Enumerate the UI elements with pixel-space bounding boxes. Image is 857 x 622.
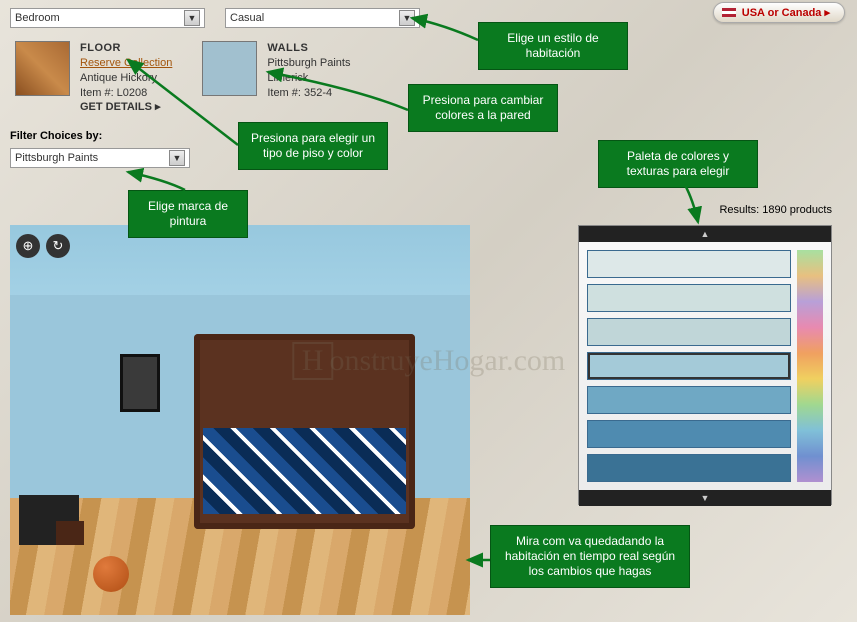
walls-title: WALLS xyxy=(267,41,350,56)
floor-collection-link[interactable]: Reserve Collection xyxy=(80,57,172,69)
chevron-down-icon: ▼ xyxy=(399,10,415,26)
walls-item-number: Item #: 352-4 xyxy=(267,86,350,101)
color-palette: ▲ ▼ xyxy=(578,225,832,505)
region-button[interactable]: USA or Canada ▸ xyxy=(713,2,845,23)
palette-swatch[interactable] xyxy=(587,352,791,380)
palette-swatch[interactable] xyxy=(587,318,791,346)
walls-product: Limerick xyxy=(267,71,350,86)
palette-scroll-down[interactable]: ▼ xyxy=(579,490,831,506)
region-button-label: USA or Canada ▸ xyxy=(742,7,830,19)
filter-select-value: Pittsburgh Paints xyxy=(15,152,169,164)
callout-walls: Presiona para cambiar colores a la pared xyxy=(408,84,558,132)
palette-swatch[interactable] xyxy=(587,284,791,312)
room-select[interactable]: Bedroom ▼ xyxy=(10,8,205,28)
refresh-icon[interactable]: ↻ xyxy=(46,234,70,258)
palette-swatch-column xyxy=(587,250,791,482)
palette-swatch[interactable] xyxy=(587,386,791,414)
preview-stool xyxy=(56,521,84,545)
palette-swatch[interactable] xyxy=(587,250,791,278)
room-preview xyxy=(10,225,470,615)
zoom-icon[interactable]: ⊕ xyxy=(16,234,40,258)
results-count: Results: 1890 products xyxy=(719,204,832,216)
callout-preview: Mira com va quedadando la habitación en … xyxy=(490,525,690,588)
floor-product: Antique Hickory xyxy=(80,71,172,86)
filter-select[interactable]: Pittsburgh Paints ▼ xyxy=(10,148,190,168)
palette-scroll-up[interactable]: ▲ xyxy=(579,226,831,242)
palette-swatch[interactable] xyxy=(587,420,791,448)
style-select-value: Casual xyxy=(230,12,399,24)
preview-poster xyxy=(120,354,160,412)
floor-card: FLOOR Reserve Collection Antique Hickory… xyxy=(15,41,172,115)
chevron-down-icon: ▼ xyxy=(169,150,185,166)
callout-brand: Elige marca de pintura xyxy=(128,190,248,238)
walls-swatch[interactable] xyxy=(202,41,257,96)
preview-bedding xyxy=(203,428,405,514)
floor-title: FLOOR xyxy=(80,41,172,56)
floor-details-link[interactable]: GET DETAILS ▸ xyxy=(80,100,172,115)
hue-strip[interactable] xyxy=(797,250,823,482)
callout-floor: Presiona para elegir un tipo de piso y c… xyxy=(238,122,388,170)
floor-item-number: Item #: L0208 xyxy=(80,86,172,101)
floor-swatch[interactable] xyxy=(15,41,70,96)
callout-style: Elige un estilo de habitación xyxy=(478,22,628,70)
room-select-value: Bedroom xyxy=(15,12,184,24)
style-select[interactable]: Casual ▼ xyxy=(225,8,420,28)
chevron-down-icon: ▼ xyxy=(184,10,200,26)
walls-card: WALLS Pittsburgh Paints Limerick Item #:… xyxy=(202,41,350,115)
callout-palette: Paleta de colores y texturas para elegir xyxy=(598,140,758,188)
palette-swatch[interactable] xyxy=(587,454,791,482)
preview-ball xyxy=(93,556,129,592)
walls-brand: Pittsburgh Paints xyxy=(267,56,350,71)
